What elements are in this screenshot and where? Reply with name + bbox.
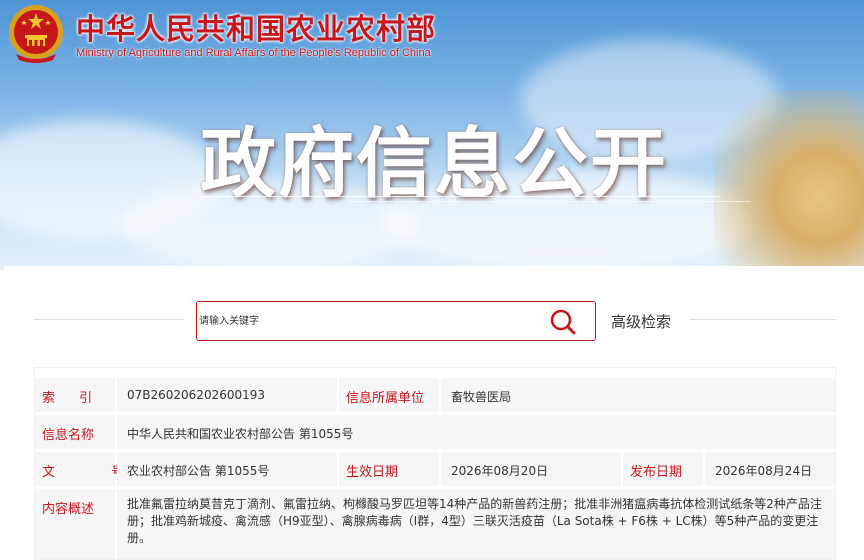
dept-value: 畜牧兽医局 [451,390,512,404]
name-value: 中华人民共和国农业农村部公告 第1055号 [127,427,354,441]
index-value-cell: 07B260206202600193 [117,378,337,412]
doc-value: 农业农村部公告 第1055号 [127,464,270,478]
table-row: 索 引 号 07B260206202600193 信息所属单位 畜牧兽医局 [35,378,835,412]
name-label-cell: 信息名称 [35,415,115,449]
table-row: 文 号 农业农村部公告 第1055号 生效日期 2026年08月20日 发布日期… [35,452,835,486]
effective-label-cell: 生效日期 [339,452,439,486]
index-label-cell: 索 引 号 [35,378,129,412]
dept-label: 信息所属单位 [346,391,425,406]
dept-value-cell: 畜牧兽医局 [441,378,835,412]
summary-value-cell: 批准氟雷拉纳莫昔克丁滴剂、氟雷拉纳、枸橼酸马罗匹坦等14种产品的新兽药注册；批准… [117,489,835,559]
publish-value-cell: 2026年08月24日 [705,452,835,486]
summary-label: 内容概述 [42,502,95,517]
advanced-search-link[interactable]: 高级检索 [611,311,671,332]
banner-divider [350,201,750,202]
publish-label: 发布日期 [630,465,683,480]
effective-value: 2026年08月20日 [451,464,549,478]
site-title[interactable]: 中华人民共和国农业农村部 [76,6,436,48]
doc-label-cell: 文 号 [35,452,124,486]
header-banner: 中华人民共和国农业农村部 Ministry of Agriculture and… [0,0,864,270]
name-value-cell: 中华人民共和国农业农村部公告 第1055号 [117,415,835,449]
search-divider-left [34,319,184,320]
table-row: 信息名称 中华人民共和国农业农村部公告 第1055号 [35,415,835,449]
effective-value-cell: 2026年08月20日 [441,452,621,486]
doc-value-cell: 农业农村部公告 第1055号 [117,452,337,486]
search-box [196,301,596,341]
wheat-decoration [714,90,864,270]
banner-divider [200,196,720,197]
effective-label: 生效日期 [346,465,399,480]
site-subtitle: Ministry of Agriculture and Rural Affair… [76,47,431,59]
publish-value: 2026年08月24日 [715,464,813,478]
info-table: 索 引 号 07B260206202600193 信息所属单位 畜牧兽医局 信息… [34,367,836,560]
search-input[interactable] [199,304,539,338]
summary-label-cell: 内容概述 [35,489,115,559]
summary-value: 批准氟雷拉纳莫昔克丁滴剂、氟雷拉纳、枸橼酸马罗匹坦等14种产品的新兽药注册；批准… [127,497,822,545]
search-icon[interactable] [549,308,577,336]
national-emblem-icon [9,5,63,63]
search-divider-right [690,319,836,320]
name-label: 信息名称 [42,428,95,443]
index-value: 07B260206202600193 [127,388,266,402]
dept-label-cell: 信息所属单位 [339,378,439,412]
table-row: 内容概述 批准氟雷拉纳莫昔克丁滴剂、氟雷拉纳、枸橼酸马罗匹坦等14种产品的新兽药… [35,489,835,559]
publish-label-cell: 发布日期 [623,452,703,486]
